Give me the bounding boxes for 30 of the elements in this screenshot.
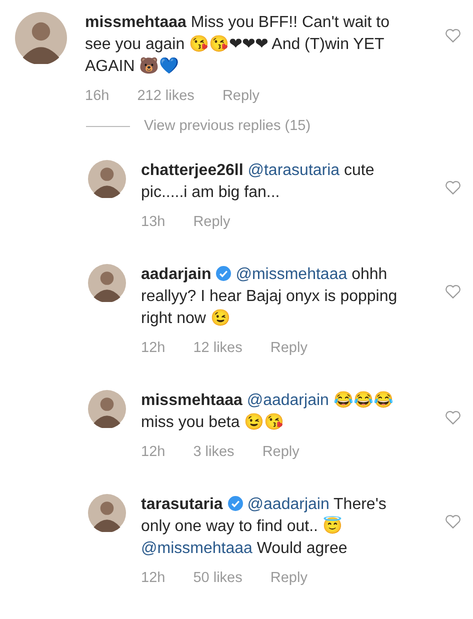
- avatar-icon[interactable]: [15, 12, 67, 64]
- username[interactable]: aadarjain: [141, 266, 212, 283]
- comment-time: 12h: [141, 340, 166, 356]
- like-icon[interactable]: [445, 410, 461, 425]
- username[interactable]: missmehtaaa: [141, 392, 242, 409]
- like-icon[interactable]: [445, 180, 461, 195]
- mention-link[interactable]: @aadarjain: [246, 392, 329, 409]
- comment-text: missmehtaaa @aadarjain 😂😂😂 miss you beta 😉😘: [141, 390, 394, 433]
- comment-text: chatterjee26ll @tarasutaria cute pic.....i am big fan...: [141, 161, 376, 203]
- mention-link[interactable]: @tarasutaria: [248, 162, 340, 179]
- comment-time: 13h: [141, 214, 166, 230]
- comment-text: aadarjain @missmehtaaa ohhh reallyy? I hear Bajaj onyx is popping right now 😉: [141, 265, 398, 329]
- mention-link[interactable]: @missmehtaaa: [141, 540, 252, 557]
- username[interactable]: tarasutaria: [141, 496, 223, 513]
- username[interactable]: chatterjee26ll: [141, 162, 244, 179]
- mention-link[interactable]: @missmehtaaa: [236, 266, 348, 283]
- comment-time: 12h: [141, 444, 166, 460]
- like-icon[interactable]: [445, 284, 461, 299]
- comment-text: tarasutaria @aadarjain There's only one way to find out.. 😇 @missmehtaaa Would agree: [141, 495, 388, 559]
- comment-time: 16h: [85, 88, 110, 104]
- mention-link[interactable]: @aadarjain: [247, 496, 330, 513]
- avatar-icon[interactable]: [88, 264, 126, 302]
- like-icon[interactable]: [445, 28, 461, 43]
- avatar-icon[interactable]: [88, 160, 126, 198]
- avatar-icon[interactable]: [88, 494, 126, 532]
- avatar-icon[interactable]: [88, 390, 126, 428]
- comment-time: 12h: [141, 570, 166, 586]
- like-icon[interactable]: [445, 514, 461, 529]
- comment-text: missmehtaaa Miss you BFF!! Can't wait to see you again 😘😘❤❤❤ And (T)win YET AGAIN 🐻💙: [85, 13, 391, 77]
- username[interactable]: missmehtaaa: [85, 14, 186, 31]
